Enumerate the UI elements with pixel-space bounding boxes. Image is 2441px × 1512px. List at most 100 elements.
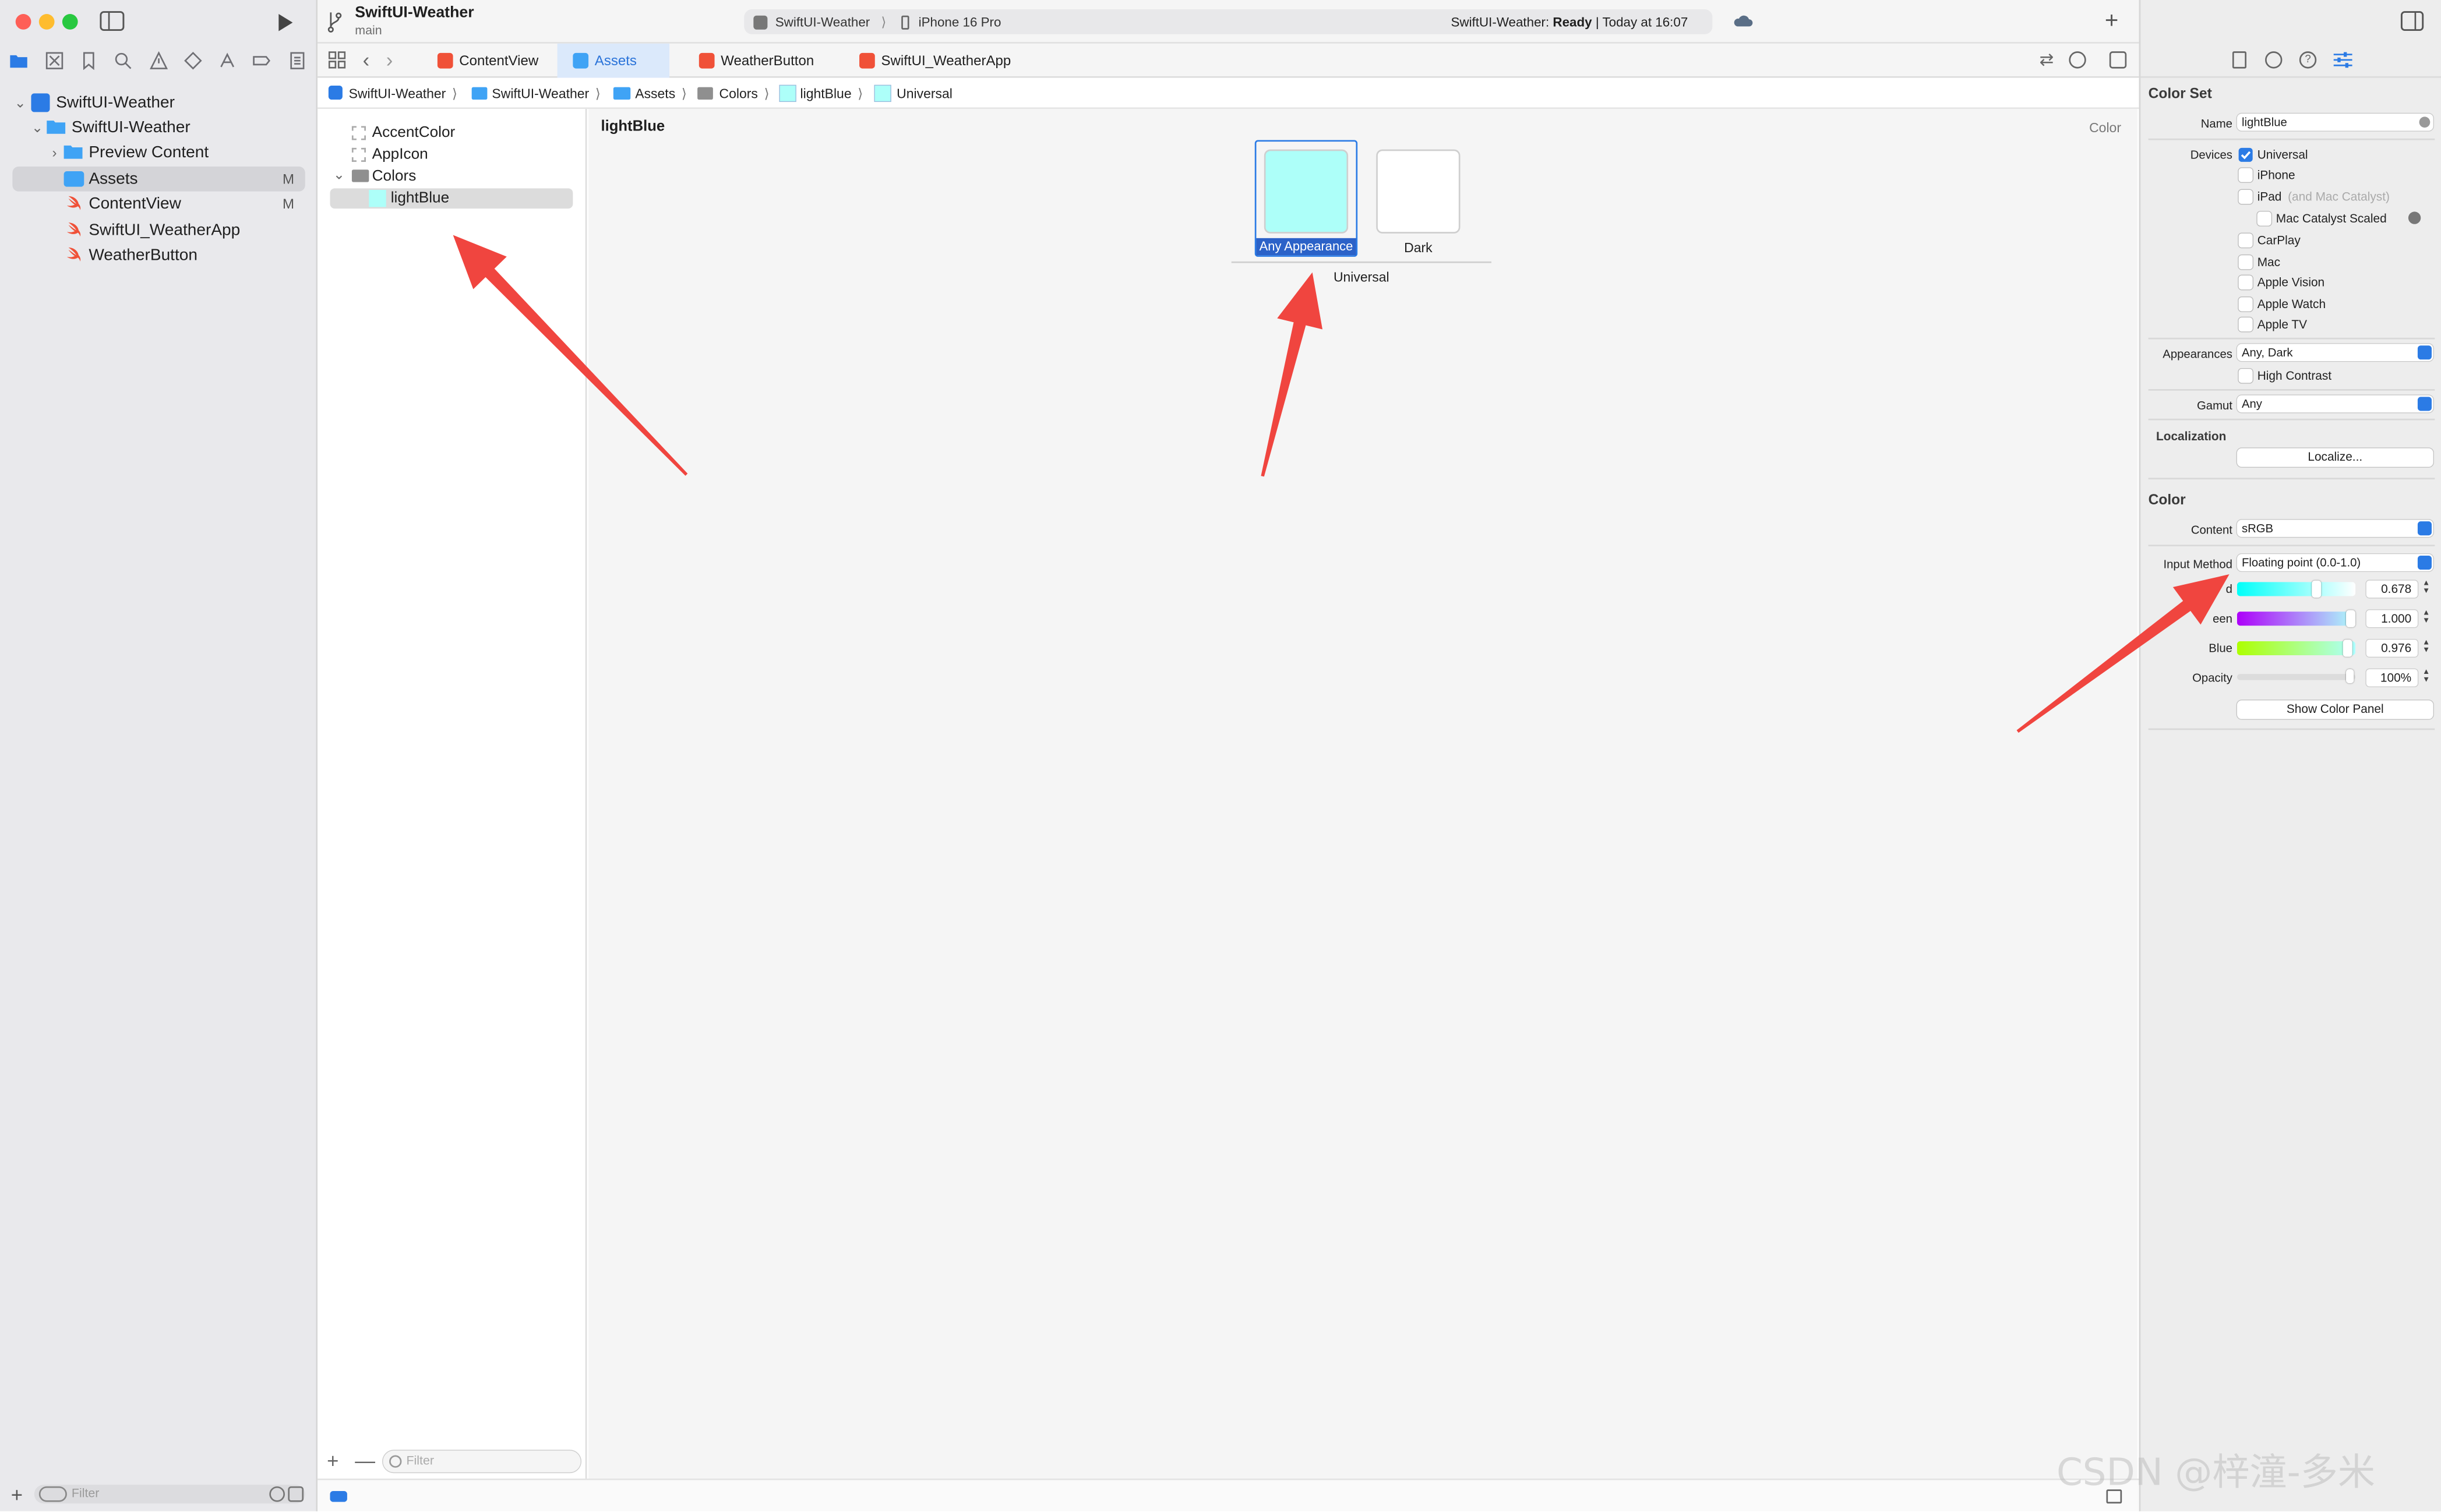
device-selector[interactable]: iPhone 16 Pro <box>919 9 1001 34</box>
blue-value-field[interactable]: 0.976 <box>2366 640 2418 657</box>
device-checkbox-mac-catalyst-scaled[interactable] <box>2257 211 2271 226</box>
asset-filter-field[interactable]: Filter <box>383 1450 581 1472</box>
opacity-slider-knob[interactable] <box>2346 669 2354 684</box>
project-navigator: ⌄ SwiftUI-Weather ⌄ SwiftUI-Weather › Pr… <box>0 0 318 1511</box>
localize-button[interactable]: Localize... <box>2237 448 2433 467</box>
device-checkbox-ipad[interactable] <box>2238 190 2253 204</box>
close-window-button[interactable] <box>15 14 31 30</box>
zoom-window-button[interactable] <box>62 14 78 30</box>
add-asset-icon[interactable]: + <box>327 1449 338 1472</box>
jumpbar-item-group[interactable]: SwiftUI-Weather ⟩ <box>492 78 600 109</box>
device-checkbox-mac[interactable] <box>2238 255 2253 270</box>
help-inspector-icon[interactable]: ? <box>2299 51 2317 69</box>
red-slider[interactable] <box>2237 580 2356 598</box>
opacity-value-field[interactable]: 100% <box>2366 669 2418 687</box>
chevron-down-icon[interactable]: ⌄ <box>12 90 28 115</box>
split-editor-icon[interactable] <box>2109 51 2127 69</box>
color-well-dark[interactable] <box>1376 149 1461 234</box>
green-value-field[interactable]: 1.000 <box>2366 610 2418 627</box>
tree-item-project[interactable]: ⌄ SwiftUI-Weather <box>12 90 305 115</box>
show-color-panel-button[interactable]: Show Color Panel <box>2237 700 2433 719</box>
chevron-right-icon[interactable]: › <box>47 140 62 165</box>
opacity-stepper[interactable]: ▲ ▼ <box>2421 669 2432 686</box>
grid-icon[interactable] <box>328 51 346 69</box>
debug-icon[interactable] <box>218 51 239 73</box>
content-popup[interactable]: sRGB <box>2237 520 2433 537</box>
device-checkbox-apple-tv[interactable] <box>2238 317 2253 332</box>
clear-field-icon[interactable] <box>2419 116 2431 128</box>
device-checkbox-carplay[interactable] <box>2238 233 2253 248</box>
chevron-down-icon[interactable]: ⌄ <box>30 115 45 140</box>
blue-stepper[interactable]: ▲ ▼ <box>2421 639 2432 656</box>
color-well-any-appearance[interactable]: Any Appearance <box>1254 140 1358 257</box>
chevron-down-icon[interactable]: ⌄ <box>333 165 345 185</box>
sidebar-toggle-icon[interactable] <box>100 11 125 31</box>
filter-options-icon[interactable] <box>38 1486 67 1502</box>
jumpbar-item-universal[interactable]: Universal <box>897 78 953 109</box>
more-options-icon[interactable] <box>2069 51 2086 69</box>
history-inspector-icon[interactable] <box>2265 51 2283 69</box>
forward-arrow-icon[interactable]: › <box>386 48 393 72</box>
device-checkbox-apple-vision[interactable] <box>2238 275 2253 290</box>
tree-item-group[interactable]: ⌄ SwiftUI-Weather <box>12 115 305 140</box>
appearances-popup[interactable]: Any, Dark <box>2237 344 2433 361</box>
back-arrow-icon[interactable]: ‹ <box>363 48 370 72</box>
green-slider[interactable] <box>2237 610 2356 627</box>
source-control-icon[interactable] <box>45 51 66 73</box>
attributes-inspector-icon[interactable] <box>2333 51 2352 68</box>
tree-item-contentview[interactable]: ContentView M <box>12 192 305 217</box>
tab-contentview[interactable]: ContentView <box>422 44 552 78</box>
inspector-toggle-icon[interactable] <box>2400 11 2424 31</box>
asset-item-accentcolor[interactable]: AccentColor <box>330 123 573 143</box>
jumpbar-item-project[interactable]: SwiftUI-Weather ⟩ <box>349 78 457 109</box>
jumpbar-item-colors[interactable]: Colors ⟩ <box>719 78 770 109</box>
red-value-field[interactable]: 0.678 <box>2366 580 2418 598</box>
tab-assets[interactable]: Assets <box>557 43 670 78</box>
add-tab-icon[interactable]: + <box>2105 8 2118 34</box>
tree-item-weatherapp[interactable]: SwiftUI_WeatherApp <box>12 218 305 243</box>
green-stepper[interactable]: ▲ ▼ <box>2421 609 2432 627</box>
minimize-window-button[interactable] <box>38 14 55 30</box>
tab-weatherapp[interactable]: SwiftUI_WeatherApp <box>844 44 1015 78</box>
breakpoint-icon[interactable] <box>252 51 274 73</box>
opacity-slider[interactable] <box>2237 669 2356 684</box>
run-button[interactable] <box>276 11 294 33</box>
device-checkbox-iphone[interactable] <box>2238 168 2253 182</box>
remove-asset-icon[interactable]: — <box>355 1449 375 1472</box>
file-inspector-icon[interactable] <box>2232 51 2246 69</box>
source-control-filter-icon[interactable] <box>288 1486 304 1502</box>
name-field[interactable]: lightBlue <box>2237 114 2433 131</box>
red-stepper[interactable]: ▲ ▼ <box>2421 580 2432 598</box>
asset-item-lightblue[interactable]: lightBlue <box>330 188 573 209</box>
asset-item-appicon[interactable]: AppIcon <box>330 145 573 165</box>
high-contrast-checkbox[interactable] <box>2238 369 2253 383</box>
device-checkbox-universal[interactable] <box>2238 147 2253 162</box>
recent-files-icon[interactable] <box>269 1486 285 1502</box>
jumpbar-item-lightblue[interactable]: lightBlue ⟩ <box>800 78 863 109</box>
swap-icon[interactable]: ⇄ <box>2040 50 2054 70</box>
blue-slider[interactable] <box>2237 640 2356 657</box>
report-icon[interactable] <box>288 51 309 73</box>
red-slider-knob[interactable] <box>2312 580 2322 598</box>
issue-warning-icon[interactable] <box>150 51 171 73</box>
scheme-selector[interactable]: SwiftUI-Weather <box>775 9 870 34</box>
tab-weatherbutton[interactable]: WeatherButton <box>683 44 823 78</box>
add-icon[interactable]: + <box>11 1483 23 1507</box>
blue-slider-knob[interactable] <box>2343 640 2352 657</box>
jumpbar-item-assets[interactable]: Assets ⟩ <box>635 78 687 109</box>
debug-area-toggle-icon[interactable] <box>330 1490 347 1502</box>
search-icon[interactable] <box>114 51 135 73</box>
folder-icon[interactable] <box>9 51 31 73</box>
test-diamond-icon[interactable] <box>184 51 205 73</box>
tree-item-weatherbutton[interactable]: WeatherButton <box>12 243 305 268</box>
any-appearance-swatch[interactable] <box>1264 149 1349 234</box>
input-method-popup[interactable]: Floating point (0.0-1.0) <box>2237 554 2433 571</box>
tree-item-assets[interactable]: Assets M <box>12 166 305 192</box>
device-checkbox-apple-watch[interactable] <box>2238 297 2253 312</box>
tree-item-preview-content[interactable]: › Preview Content <box>12 140 305 165</box>
navigator-filter-field[interactable]: Filter <box>34 1485 305 1504</box>
bookmark-icon[interactable] <box>79 51 101 73</box>
asset-item-colors-folder[interactable]: ⌄ Colors <box>330 167 573 187</box>
green-slider-knob[interactable] <box>2346 610 2356 627</box>
gamut-popup[interactable]: Any <box>2237 395 2433 413</box>
